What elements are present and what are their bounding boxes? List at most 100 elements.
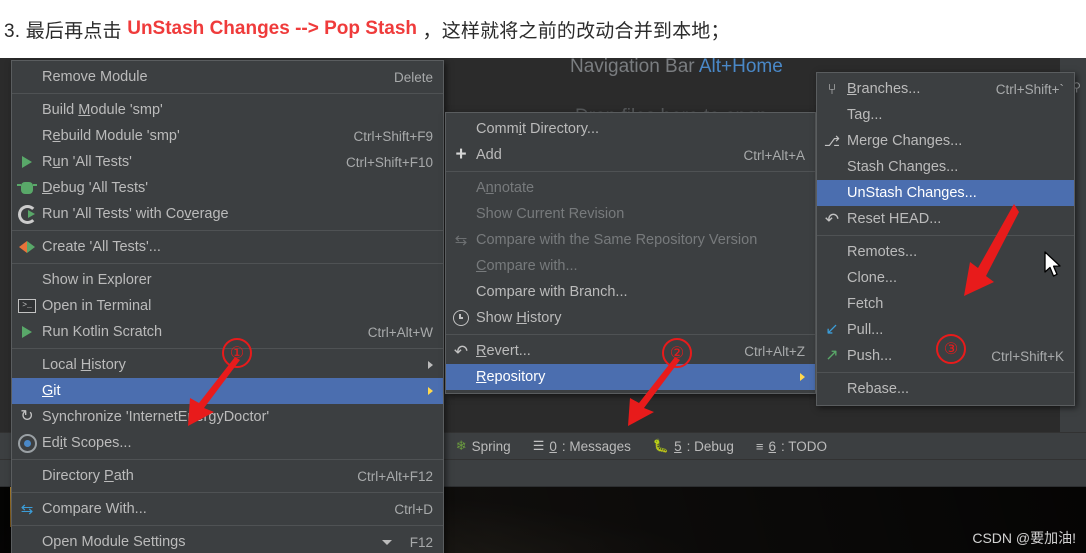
- navigation-bar-label: Navigation Bar: [570, 58, 695, 77]
- menu-item-show-history[interactable]: Show History: [446, 305, 815, 331]
- menu-item-compare-with[interactable]: ⇆ Compare With... Ctrl+D: [12, 496, 443, 522]
- menu-item-label: Edit Scopes...: [42, 435, 132, 451]
- menu-item-label: Build Module 'smp': [42, 102, 163, 118]
- menu-item-label: Compare with Branch...: [476, 284, 628, 300]
- menu-separator: [12, 525, 443, 526]
- menu-item-label: Add: [476, 147, 502, 163]
- menu-item-create-all-tests[interactable]: Create 'All Tests'...: [12, 234, 443, 260]
- menu-item-merge-changes[interactable]: ⎇ Merge Changes...: [817, 128, 1074, 154]
- article-instruction-line: 3. 最后再点击 UnStash Changes --> Pop Stash ，…: [0, 0, 1086, 58]
- menu-item-label: Rebuild Module 'smp': [42, 128, 180, 144]
- menu-separator: [817, 372, 1074, 373]
- create-run-config-icon-glyph: [19, 241, 35, 253]
- toolwindow-tab-todo-label: : TODO: [781, 438, 828, 454]
- menu-item-icon-slot: [446, 116, 476, 142]
- menu-item-shortcut: Ctrl+Shift+F10: [345, 154, 433, 170]
- menu-item-debug-all-tests[interactable]: Debug 'All Tests': [12, 175, 443, 201]
- menu-item-commit-directory[interactable]: Commit Directory...: [446, 116, 815, 142]
- menu-separator: [12, 263, 443, 264]
- navigation-bar-hint: Navigation Bar Alt+Home: [570, 58, 783, 78]
- compare-icon: ⇆: [12, 496, 42, 522]
- menu-item-label: Show Current Revision: [476, 206, 625, 222]
- coverage-icon-glyph: [17, 204, 37, 224]
- menu-item-icon-slot: [12, 529, 42, 553]
- menu-item-remove-module[interactable]: Remove Module Delete: [12, 64, 443, 90]
- instruction-highlight: UnStash Changes --> Pop Stash: [127, 18, 418, 39]
- menu-item-build-module-smp[interactable]: Build Module 'smp': [12, 97, 443, 123]
- annotation-arrow-1: [188, 357, 240, 426]
- menu-item-icon-slot: [817, 180, 847, 206]
- plus-icon: +: [446, 142, 476, 168]
- sync-icon-glyph: ↻: [20, 408, 34, 425]
- merge-icon: ⎇: [817, 128, 847, 154]
- menu-item-label: Directory Path: [42, 468, 134, 484]
- menu-item-label: Show History: [476, 310, 562, 326]
- branch-icon: ⑂: [817, 76, 847, 102]
- instruction-suffix: ，这样就将之前的改动合并到本地；: [417, 20, 730, 42]
- run-icon: [12, 149, 42, 175]
- toolwindow-tab-debug[interactable]: 🐛 5 : Debug: [653, 438, 734, 454]
- pull-icon-glyph: ↙: [825, 321, 839, 338]
- menu-item-label: Run Kotlin Scratch: [42, 324, 163, 340]
- branch-icon-glyph: ⑂: [827, 80, 837, 98]
- menu-item-edit-scopes[interactable]: Edit Scopes...: [12, 430, 443, 456]
- menu-item-compare-with-the-same-repository-version: ⇆ Compare with the Same Repository Versio…: [446, 227, 815, 253]
- todo-icon: ≡: [755, 438, 764, 454]
- chevron-down-icon[interactable]: [381, 539, 392, 545]
- menu-item-run-all-tests[interactable]: Run 'All Tests' Ctrl+Shift+F10: [12, 149, 443, 175]
- menu-item-label: Rebase...: [847, 381, 910, 397]
- menu-item-tag[interactable]: Tag...: [817, 102, 1074, 128]
- submenu-arrow-icon: [428, 361, 433, 369]
- instruction-prefix: 3. 最后再点击: [4, 20, 128, 42]
- menu-separator: [12, 492, 443, 493]
- menu-item-branches[interactable]: ⑂ Branches... Ctrl+Shift+`: [817, 76, 1074, 102]
- menu-separator: [12, 230, 443, 231]
- run-icon-glyph: [22, 156, 32, 168]
- toolwindow-tab-todo-mnemonic: 6: [768, 438, 777, 454]
- menu-item-icon-slot: [817, 102, 847, 128]
- menu-separator: [12, 93, 443, 94]
- menu-item-icon-slot: [12, 352, 42, 378]
- menu-separator: [12, 459, 443, 460]
- menu-item-shortcut: Delete: [393, 69, 433, 85]
- menu-item-compare-with: Compare with...: [446, 253, 815, 279]
- menu-item-open-module-settings[interactable]: Open Module Settings F12: [12, 529, 443, 553]
- menu-item-directory-path[interactable]: Directory Path Ctrl+Alt+F12: [12, 463, 443, 489]
- debug-icon: 🐛: [652, 438, 670, 453]
- menu-item-label: Run 'All Tests' with Coverage: [42, 206, 229, 222]
- menu-item-icon-slot: [817, 239, 847, 265]
- revert-icon: ↶: [446, 338, 476, 364]
- menu-item-add[interactable]: + Add Ctrl+Alt+A: [446, 142, 815, 168]
- git-submenu[interactable]: Commit Directory... + Add Ctrl+Alt+A Annotat…: [445, 112, 816, 394]
- toolwindow-tab-todo[interactable]: ≡ 6 : TODO: [756, 439, 827, 454]
- navigation-bar-shortcut: Alt+Home: [698, 58, 783, 77]
- ide-screenshot: Navigation Bar Alt+Home Drop files here …: [0, 58, 1086, 553]
- menu-item-label: UnStash Changes...: [847, 185, 977, 201]
- submenu-arrow-icon: [800, 373, 805, 381]
- compare-grey-icon: ⇆: [446, 227, 476, 253]
- submenu-arrow-icon: [428, 387, 433, 395]
- menu-item-label: Annotate: [476, 180, 535, 196]
- menu-item-rebase[interactable]: Rebase...: [817, 376, 1074, 402]
- menu-item-shortcut: Ctrl+Alt+W: [367, 324, 433, 340]
- menu-item-icon-slot: [446, 253, 476, 279]
- coverage-icon: [12, 201, 42, 227]
- module-context-menu[interactable]: Remove Module Delete Build Module 'smp' Reb…: [11, 60, 444, 553]
- menu-item-compare-with-branch[interactable]: Compare with Branch...: [446, 279, 815, 305]
- menu-item-run-all-tests-with-coverage[interactable]: Run 'All Tests' with Coverage: [12, 201, 443, 227]
- menu-item-icon-slot: [446, 201, 476, 227]
- plus-icon-glyph: +: [455, 144, 467, 165]
- menu-item-rebuild-module-smp[interactable]: Rebuild Module 'smp' Ctrl+Shift+F9: [12, 123, 443, 149]
- menu-item-open-in-terminal[interactable]: >_ Open in Terminal: [12, 293, 443, 319]
- menu-item-label: Open Module Settings: [42, 534, 186, 550]
- toolwindow-tab-debug-label: : Debug: [686, 438, 734, 454]
- menu-item-icon-slot: [446, 364, 476, 390]
- annotation-arrow-2: [628, 357, 680, 426]
- merge-icon-glyph: ⎇: [823, 133, 841, 149]
- menu-item-show-in-explorer[interactable]: Show in Explorer: [12, 267, 443, 293]
- toolwindow-tab-spring[interactable]: ❄ Spring: [456, 438, 511, 454]
- toolwindow-tab-messages[interactable]: ☰ 0 : Messages: [533, 438, 631, 454]
- menu-item-stash-changes[interactable]: Stash Changes...: [817, 154, 1074, 180]
- create-run-config-icon: [12, 234, 42, 260]
- menu-item-label: Compare With...: [42, 501, 147, 517]
